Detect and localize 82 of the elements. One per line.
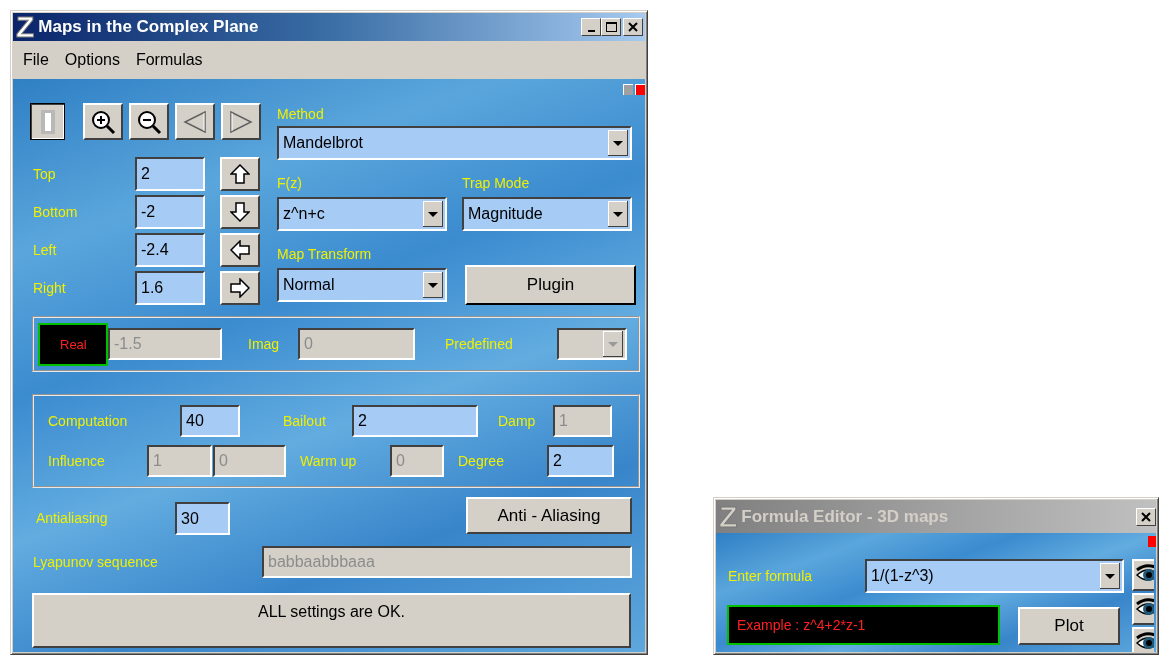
zoom-out-icon [136,108,162,135]
up-arrow-icon [230,164,250,184]
selection-button[interactable] [30,103,65,140]
minimize-icon [587,30,595,32]
app-logo: Z [16,12,35,42]
arrow-button[interactable] [220,195,260,229]
menu-item[interactable]: Formulas [127,51,211,69]
right-arrow-icon [230,278,250,298]
field-label: Bottom [32,204,79,220]
field-label: Influence [48,453,106,469]
field-label: Left [32,242,58,258]
plot-button[interactable]: Plot [1018,607,1120,645]
map-transform-dropdown[interactable]: Normal [277,268,447,302]
left-triangle-icon [182,109,208,134]
input-field[interactable]: 2 [352,405,478,437]
indicator-icon [635,83,645,95]
window-title: Formula Editor - 3D maps [741,506,950,527]
app-logo: Z [719,501,738,532]
status-button[interactable]: ALL settings are OK. [32,593,631,648]
input-field[interactable]: 2 [135,157,205,191]
field-label: Map Transform [277,246,372,262]
right-triangle-button[interactable] [221,103,261,140]
eye-icon [1135,630,1154,652]
eye-button[interactable] [1132,627,1154,652]
right-triangle-icon [228,109,254,134]
minimize-button[interactable] [581,18,601,36]
caret-icon [1100,563,1120,589]
zoom-in-icon [90,108,116,135]
zoom-in-button[interactable] [83,103,123,140]
indicator-icon [623,83,633,95]
field-label: Method [277,106,325,124]
input-field[interactable]: 40 [180,405,240,437]
close-button[interactable] [623,18,643,36]
field-label: Warm up [300,453,358,469]
down-arrow-icon [230,202,250,222]
zoom-out-button[interactable] [129,103,169,140]
field-label: Damp [498,413,537,429]
caret-icon [608,130,628,156]
field-label: F(z) [277,175,302,191]
eye-button[interactable] [1132,593,1154,625]
arrow-button[interactable] [220,157,260,191]
caret-icon [608,201,628,227]
plugin-button[interactable]: Plugin [465,265,636,305]
arrow-button[interactable] [220,233,260,267]
trap-mode-dropdown[interactable]: Magnitude [462,197,632,231]
input-field[interactable]: 1.6 [135,271,205,305]
field-label: Trap Mode [462,175,530,191]
field-label: Imag [248,336,281,352]
input-field[interactable]: -2 [135,195,205,229]
left-arrow-icon [230,240,250,260]
example-text: Example : z^4+2*z-1 [727,605,1000,645]
input-field[interactable]: -2.4 [135,233,205,267]
window-title: Maps in the Complex Plane [38,17,260,37]
arrow-button[interactable] [220,271,260,305]
caret-icon [423,272,443,298]
field-label: Lyapunov sequence [33,554,159,570]
real-indicator: Real [38,322,108,366]
caret-icon [603,331,623,357]
field-label: Enter formula [728,568,814,584]
field-label: Computation [48,413,129,429]
caret-icon [423,201,443,227]
left-triangle-button[interactable] [175,103,215,140]
input-field[interactable]: 30 [175,502,230,535]
eye-button[interactable] [1132,559,1154,591]
field-label: Predefined [445,336,514,352]
field-label: Bailout [283,413,327,429]
input-field[interactable]: 2 [547,445,614,477]
maximize-icon [605,22,617,32]
close-icon [1141,511,1151,522]
anti-aliasing-button[interactable]: Anti - Aliasing [466,497,632,534]
indicator-icon [1148,535,1156,547]
field-label: Degree [458,453,505,469]
menu-item[interactable]: File [15,51,57,69]
menu-item[interactable]: Options [56,51,128,69]
close-icon [628,22,638,32]
formula-dropdown[interactable]: 1/(1-z^3) [865,559,1124,593]
field-label: Right [32,280,67,296]
field-label: Top [32,166,57,182]
field-label: Antialiasing [36,510,109,526]
maximize-button[interactable] [601,18,621,36]
method-dropdown[interactable]: Mandelbrot [277,126,632,160]
function-dropdown[interactable]: z^n+c [277,197,447,231]
